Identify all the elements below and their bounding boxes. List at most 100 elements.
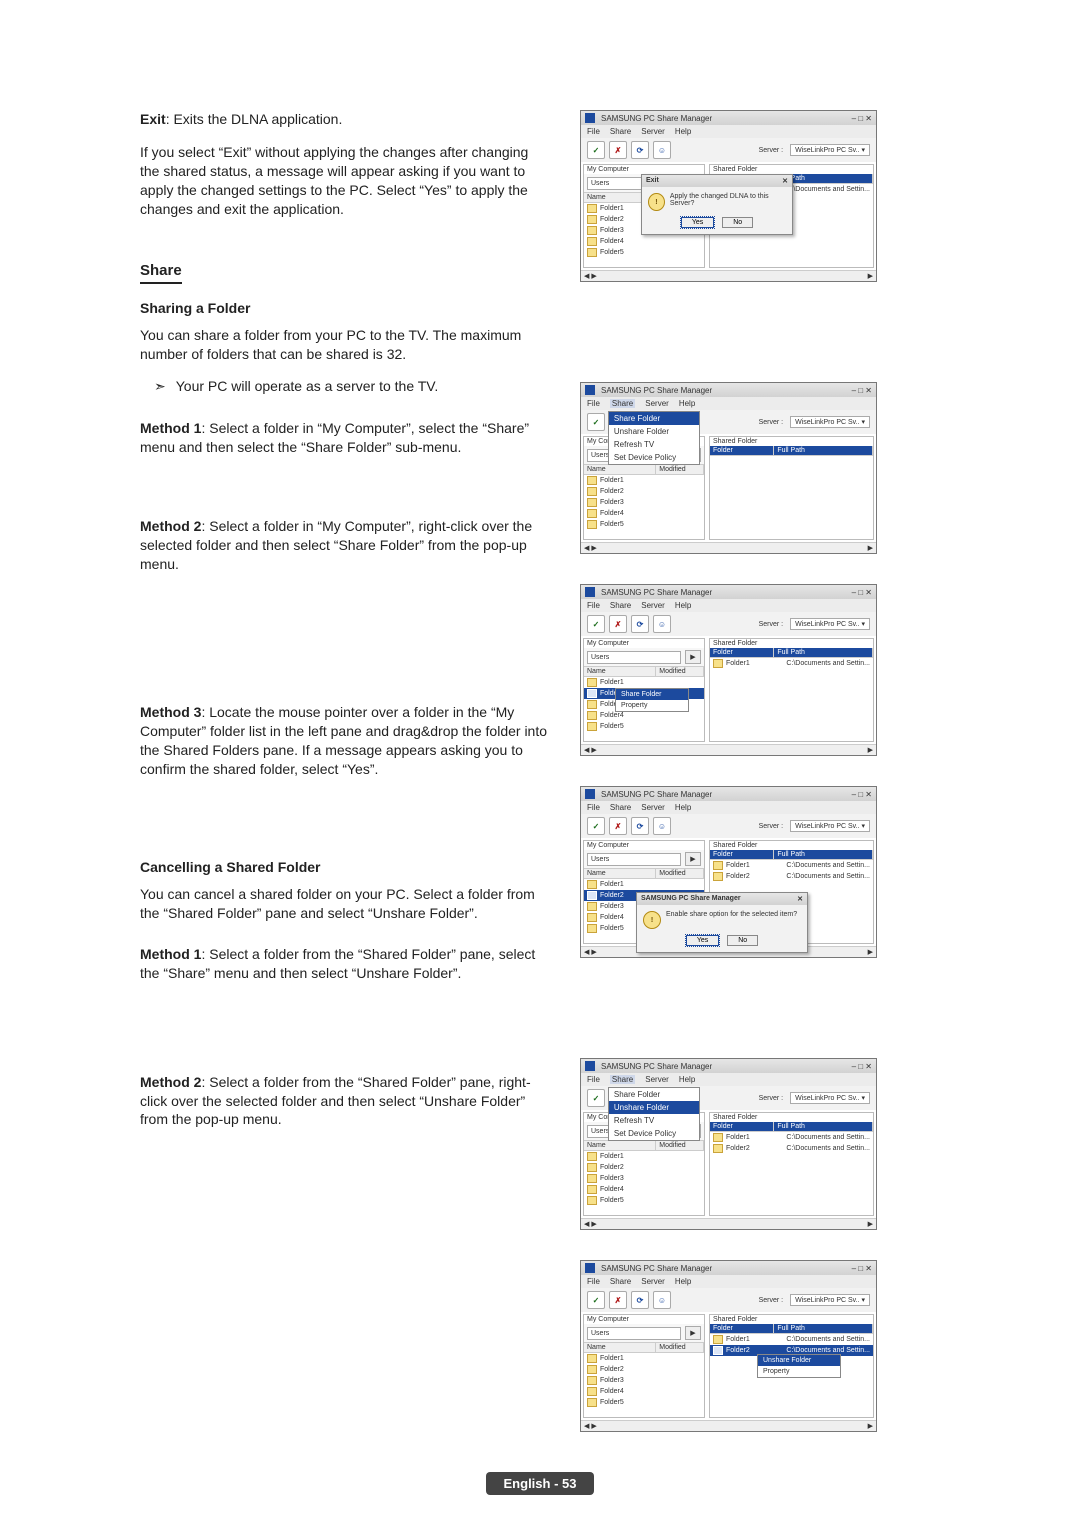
ctx-property[interactable]: Property [616, 700, 688, 711]
share-heading: Share [140, 262, 182, 284]
table-row: Folder1C:\Documents and Settin... [710, 658, 873, 669]
confirm-dialog-message: Enable share option for the selected ite… [666, 911, 797, 918]
menu-item-unshare-folder[interactable]: Unshare Folder [609, 425, 699, 438]
cancel-method1-label: Method 1 [140, 946, 201, 962]
window-controls-icon: – □ ✕ [852, 114, 872, 123]
two-column-layout: Exit: Exits the DLNA application. If you… [140, 110, 940, 1432]
server-value[interactable]: WiseLinkPro PC Sv.. ▾ [790, 144, 870, 156]
menu-item-share-folder[interactable]: Share Folder [609, 412, 699, 425]
window-body: My Computer Users ▶ Name Modified Folder… [581, 162, 876, 270]
screenshot-context-share: SAMSUNG PC Share Manager– □ ✕ File Share… [580, 584, 877, 756]
page-number-pill: English - 53 [486, 1472, 595, 1495]
context-menu-unshare: Unshare Folder Property [757, 1354, 841, 1378]
cancel-method1-block: Method 1: Select a folder from the “Shar… [140, 945, 550, 983]
menu-item-refresh[interactable]: Refresh TV [609, 438, 699, 451]
warning-icon: ! [648, 193, 665, 211]
share-dropdown: Share Folder Unshare Folder Refresh TV S… [608, 411, 700, 465]
list-item: Folder4 [584, 236, 704, 247]
menu-item-set-policy[interactable]: Set Device Policy [609, 1127, 699, 1140]
method1-label: Method 1 [140, 420, 201, 436]
menu-item-refresh[interactable]: Refresh TV [609, 1114, 699, 1127]
exit-dialog-title: Exit [646, 177, 659, 185]
device-policy-icon[interactable]: ☺ [653, 141, 671, 159]
menu-share-open[interactable]: Share Share Folder Unshare Folder Refres… [610, 399, 635, 408]
cancel-paragraph: You can cancel a shared folder on your P… [140, 885, 550, 923]
menu-help[interactable]: Help [675, 127, 691, 136]
share-dropdown-unshare: Share Folder Unshare Folder Refresh TV S… [608, 1087, 700, 1141]
screenshot-dragdrop-confirm: SAMSUNG PC Share Manager– □ ✕ File Share… [580, 786, 877, 958]
toolbar: ✓ ✗ ⟳ ☺ Server : WiseLinkPro PC Sv.. ▾ [581, 138, 876, 162]
exit-desc: : Exits the DLNA application. [166, 111, 343, 127]
menu-file[interactable]: File [587, 399, 600, 408]
ctx-unshare-folder[interactable]: Unshare Folder [758, 1355, 840, 1366]
share-folder-icon[interactable]: ✓ [587, 413, 605, 431]
menu-item-share-folder[interactable]: Share Folder [609, 1088, 699, 1101]
menu-file[interactable]: File [587, 127, 600, 136]
menu-server[interactable]: Server [645, 399, 669, 408]
share-folder-icon[interactable]: ✓ [587, 141, 605, 159]
screenshot-unshare-menu: SAMSUNG PC Share Manager– □ ✕ File Share… [580, 1058, 877, 1230]
right-pane-label: Shared Folder [710, 165, 873, 174]
screenshot-context-unshare: SAMSUNG PC Share Manager– □ ✕ File Share… [580, 1260, 877, 1432]
cancel-subheading: Cancelling a Shared Folder [140, 859, 550, 875]
exit-dialog-message: Apply the changed DLNA to this Server? [670, 193, 786, 207]
list-item: Folder5 [584, 721, 704, 732]
cancel-method2-block: Method 2: Select a folder from the “Shar… [140, 1073, 550, 1130]
context-menu-share: Share Folder Property [615, 688, 689, 712]
menubar: File Share Server Help [581, 125, 876, 138]
app-icon [585, 113, 595, 123]
exit-line: Exit: Exits the DLNA application. [140, 110, 550, 129]
screenshot-exit-dialog: SAMSUNG PC Share Manager – □ ✕ File Shar… [580, 110, 877, 282]
text-column: Exit: Exits the DLNA application. If you… [140, 110, 550, 1432]
menu-help[interactable]: Help [679, 399, 695, 408]
list-item: Folder2 [584, 486, 704, 497]
method3-block: Method 3: Locate the mouse pointer over … [140, 703, 550, 779]
method1-block: Method 1: Select a folder in “My Compute… [140, 419, 550, 457]
document-page: Exit: Exits the DLNA application. If you… [0, 0, 1080, 1535]
yes-button[interactable]: Yes [686, 935, 719, 946]
refresh-icon[interactable]: ⟳ [631, 141, 649, 159]
status-bar: ◀ ▶▶ [581, 270, 876, 281]
confirm-dialog-title: SAMSUNG PC Share Manager [641, 895, 741, 903]
ctx-share-folder[interactable]: Share Folder [616, 689, 688, 700]
sharing-note: ➣ Your PC will operate as a server to th… [140, 378, 550, 395]
menu-share[interactable]: Share [610, 127, 631, 136]
menu-item-set-policy[interactable]: Set Device Policy [609, 451, 699, 464]
list-item: Folder1 [584, 677, 704, 688]
yes-button[interactable]: Yes [681, 217, 714, 228]
close-icon[interactable]: ✕ [782, 177, 788, 185]
screenshot-column: SAMSUNG PC Share Manager – □ ✕ File Shar… [580, 110, 940, 1432]
list-item: Folder3 [584, 497, 704, 508]
ctx-property[interactable]: Property [758, 1366, 840, 1377]
screenshot-share-menu: SAMSUNG PC Share Manager– □ ✕ File Share… [580, 382, 877, 554]
server-label: Server : [759, 147, 784, 154]
folder-icon [587, 226, 597, 235]
warning-icon: ! [643, 911, 661, 929]
folder-icon [587, 237, 597, 246]
unshare-folder-icon[interactable]: ✗ [609, 141, 627, 159]
list-item: Folder5 [584, 247, 704, 258]
page-footer: English - 53 [140, 1472, 940, 1495]
left-pane-label: My Computer [584, 165, 704, 174]
window-titlebar: SAMSUNG PC Share Manager – □ ✕ [581, 111, 876, 125]
note-arrow-icon: ➣ [154, 378, 166, 395]
close-icon[interactable]: ✕ [797, 895, 803, 903]
exit-paragraph: If you select “Exit” without applying th… [140, 143, 550, 219]
menu-share-open[interactable]: Share Share Folder Unshare Folder Refres… [610, 1075, 635, 1084]
sharing-note-text: Your PC will operate as a server to the … [176, 378, 439, 394]
confirm-dialog: SAMSUNG PC Share Manager ✕ ! Enable share … [636, 892, 808, 953]
no-button[interactable]: No [722, 217, 753, 228]
no-button[interactable]: No [727, 935, 758, 946]
sharing-subheading: Sharing a Folder [140, 300, 550, 316]
menu-server[interactable]: Server [641, 127, 665, 136]
folder-icon [587, 248, 597, 257]
folder-icon [587, 215, 597, 224]
method3-text: : Locate the mouse pointer over a folder… [140, 704, 547, 777]
exit-dialog: Exit ✕ ! Apply the changed DLNA to this Se… [641, 174, 793, 235]
list-item: Folder4 [584, 508, 704, 519]
method2-block: Method 2: Select a folder in “My Compute… [140, 517, 550, 574]
exit-label: Exit [140, 111, 166, 127]
sharing-paragraph: You can share a folder from your PC to t… [140, 326, 550, 364]
cancel-method2-label: Method 2 [140, 1074, 201, 1090]
menu-item-unshare-folder[interactable]: Unshare Folder [609, 1101, 699, 1114]
